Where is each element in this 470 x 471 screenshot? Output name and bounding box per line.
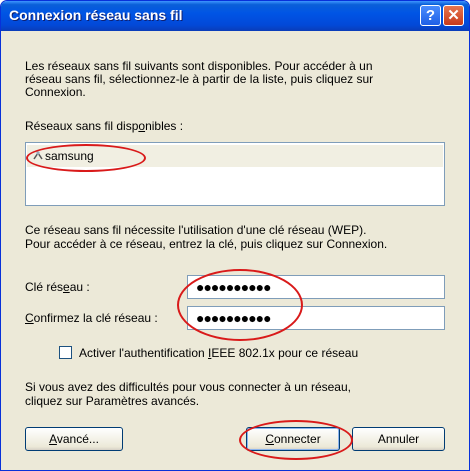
window-title: Connexion réseau sans fil bbox=[9, 7, 183, 23]
network-name: samsung bbox=[45, 149, 94, 163]
title-bar[interactable]: Connexion réseau sans fil ? ✕ bbox=[1, 1, 469, 31]
close-icon: ✕ bbox=[447, 7, 460, 24]
confirm-key-label: Confirmez la clé réseau : bbox=[25, 311, 158, 325]
ieee-8021x-checkbox[interactable] bbox=[59, 346, 72, 359]
intro-text-line3: Connexion. bbox=[25, 85, 86, 99]
intro-text-line1: Les réseaux sans fil suivants sont dispo… bbox=[25, 59, 373, 73]
help-text-line1: Si vous avez des difficultés pour vous c… bbox=[25, 380, 351, 394]
network-list[interactable]: samsung bbox=[25, 142, 445, 206]
close-button[interactable]: ✕ bbox=[443, 5, 464, 26]
ieee-8021x-label[interactable]: Activer l'authentification IEEE 802.1x p… bbox=[79, 346, 358, 360]
help-button[interactable]: ? bbox=[420, 5, 441, 26]
cancel-button[interactable]: Annuler bbox=[352, 427, 445, 451]
help-text-line2: cliquez sur Paramètres avancés. bbox=[25, 394, 200, 408]
wep-text-line1: Ce réseau sans fil nécessite l'utilisati… bbox=[25, 223, 367, 237]
connect-button[interactable]: Connecter bbox=[246, 427, 340, 451]
advanced-button[interactable]: Avancé... bbox=[25, 427, 123, 451]
list-item[interactable]: samsung bbox=[27, 145, 443, 167]
network-key-input[interactable]: ●●●●●●●●●● bbox=[187, 275, 445, 299]
wireless-antenna-icon bbox=[33, 151, 43, 160]
wep-text-line2: Pour accéder à ce réseau, entrez la clé,… bbox=[25, 237, 388, 251]
confirm-key-input[interactable]: ●●●●●●●●●● bbox=[187, 306, 445, 330]
dialog-window: Connexion réseau sans fil ? ✕ Les réseau… bbox=[0, 0, 470, 471]
networks-label: Réseaux sans fil disponibles : bbox=[25, 119, 184, 133]
network-key-label: Clé réseau : bbox=[25, 280, 90, 294]
intro-text-line2: réseau sans fil, sélectionnez-le à parti… bbox=[25, 72, 374, 86]
help-icon: ? bbox=[425, 7, 436, 24]
